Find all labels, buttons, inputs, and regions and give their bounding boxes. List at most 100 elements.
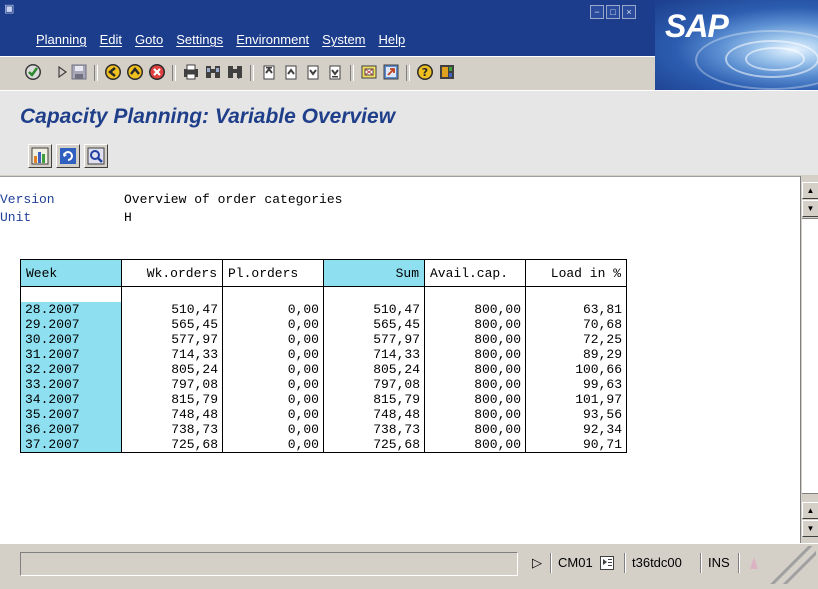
value-cell[interactable]: 805,24 [121, 362, 223, 377]
enter-icon[interactable] [24, 63, 42, 81]
value-cell[interactable]: 0,00 [222, 302, 324, 317]
week-cell[interactable]: 35.2007 [20, 407, 122, 422]
previous-page-icon[interactable] [282, 63, 300, 81]
value-cell[interactable]: 725,68 [121, 437, 223, 453]
value-cell[interactable]: 89,29 [525, 347, 627, 362]
value-cell[interactable]: 714,33 [323, 347, 425, 362]
vertical-scrollbar[interactable]: ▲ ▼ ▲ ▼ [800, 176, 818, 543]
column-header-wk-orders[interactable]: Wk.orders [121, 259, 223, 287]
week-cell[interactable]: 31.2007 [20, 347, 122, 362]
value-cell[interactable]: 63,81 [525, 302, 627, 317]
table-row[interactable]: 28.2007 510,47 0,00 510,47 800,00 63,81 [20, 302, 627, 317]
message-field[interactable] [20, 552, 518, 576]
maximize-icon[interactable]: □ [606, 5, 620, 19]
exit-icon[interactable] [126, 63, 144, 81]
column-header-load-percent[interactable]: Load in % [525, 259, 627, 287]
column-header-avail-cap[interactable]: Avail.cap. [424, 259, 526, 287]
find-next-icon[interactable] [226, 63, 244, 81]
value-cell[interactable]: 800,00 [424, 347, 526, 362]
value-cell[interactable]: 797,08 [121, 377, 223, 392]
next-page-icon[interactable] [304, 63, 322, 81]
value-cell[interactable]: 0,00 [222, 392, 324, 407]
value-cell[interactable]: 800,00 [424, 392, 526, 407]
value-cell[interactable]: 800,00 [424, 437, 526, 453]
value-cell[interactable]: 510,47 [323, 302, 425, 317]
layout-menu-icon[interactable] [438, 63, 456, 81]
table-row[interactable]: 35.2007 748,48 0,00 748,48 800,00 93,56 [20, 407, 627, 422]
value-cell[interactable]: 800,00 [424, 332, 526, 347]
week-cell[interactable]: 36.2007 [20, 422, 122, 437]
value-cell[interactable]: 738,73 [323, 422, 425, 437]
value-cell[interactable]: 805,24 [323, 362, 425, 377]
table-row[interactable]: 30.2007 577,97 0,00 577,97 800,00 72,25 [20, 332, 627, 347]
week-cell[interactable]: 37.2007 [20, 437, 122, 453]
value-cell[interactable]: 714,33 [121, 347, 223, 362]
menu-edit[interactable]: Edit [100, 32, 122, 52]
find-icon[interactable] [204, 63, 222, 81]
shortcut-icon[interactable] [382, 63, 400, 81]
week-cell[interactable]: 34.2007 [20, 392, 122, 407]
value-cell[interactable]: 0,00 [222, 377, 324, 392]
menu-help[interactable]: Help [379, 32, 406, 52]
column-header-sum[interactable]: Sum [323, 259, 425, 287]
table-row[interactable]: 36.2007 738,73 0,00 738,73 800,00 92,34 [20, 422, 627, 437]
value-cell[interactable]: 800,00 [424, 362, 526, 377]
value-cell[interactable]: 0,00 [222, 407, 324, 422]
value-cell[interactable]: 99,63 [525, 377, 627, 392]
scroll-up-icon[interactable]: ▲ [802, 502, 818, 519]
value-cell[interactable]: 565,45 [323, 317, 425, 332]
column-header-week[interactable]: Week [20, 259, 122, 287]
first-page-icon[interactable] [260, 63, 278, 81]
details-button[interactable] [84, 144, 108, 168]
help-icon[interactable]: ? [416, 63, 434, 81]
value-cell[interactable]: 92,34 [525, 422, 627, 437]
value-cell[interactable]: 800,00 [424, 407, 526, 422]
scroll-down-icon[interactable]: ▼ [802, 520, 818, 537]
value-cell[interactable]: 72,25 [525, 332, 627, 347]
expand-status-icon[interactable]: ▷ [532, 553, 542, 573]
value-cell[interactable]: 565,45 [121, 317, 223, 332]
minimize-icon[interactable]: − [590, 5, 604, 19]
table-row[interactable]: 34.2007 815,79 0,00 815,79 800,00 101,97 [20, 392, 627, 407]
scroll-down-icon[interactable]: ▼ [802, 200, 818, 217]
value-cell[interactable]: 93,56 [525, 407, 627, 422]
week-cell[interactable]: 33.2007 [20, 377, 122, 392]
close-icon[interactable]: × [622, 5, 636, 19]
value-cell[interactable]: 748,48 [323, 407, 425, 422]
table-row[interactable]: 31.2007 714,33 0,00 714,33 800,00 89,29 [20, 347, 627, 362]
refresh-button[interactable] [56, 144, 80, 168]
value-cell[interactable]: 0,00 [222, 317, 324, 332]
menu-system[interactable]: System [322, 32, 365, 52]
command-field-icon[interactable] [54, 63, 68, 81]
column-header-pl-orders[interactable]: Pl.orders [222, 259, 324, 287]
value-cell[interactable]: 0,00 [222, 332, 324, 347]
back-icon[interactable] [104, 63, 122, 81]
table-row[interactable]: 37.2007 725,68 0,00 725,68 800,00 90,71 [20, 437, 627, 453]
week-cell[interactable]: 32.2007 [20, 362, 122, 377]
value-cell[interactable]: 0,00 [222, 347, 324, 362]
value-cell[interactable]: 797,08 [323, 377, 425, 392]
week-cell[interactable]: 28.2007 [20, 302, 122, 317]
value-cell[interactable]: 815,79 [121, 392, 223, 407]
menu-goto[interactable]: Goto [135, 32, 163, 52]
value-cell[interactable]: 748,48 [121, 407, 223, 422]
menu-environment[interactable]: Environment [236, 32, 309, 52]
table-row[interactable]: 33.2007 797,08 0,00 797,08 800,00 99,63 [20, 377, 627, 392]
resize-grip-icon[interactable] [770, 546, 816, 584]
value-cell[interactable]: 101,97 [525, 392, 627, 407]
value-cell[interactable]: 0,00 [222, 362, 324, 377]
value-cell[interactable]: 738,73 [121, 422, 223, 437]
value-cell[interactable]: 510,47 [121, 302, 223, 317]
value-cell[interactable]: 0,00 [222, 422, 324, 437]
scroll-up-icon[interactable]: ▲ [802, 182, 818, 199]
value-cell[interactable]: 70,68 [525, 317, 627, 332]
week-cell[interactable]: 29.2007 [20, 317, 122, 332]
chart-button[interactable] [28, 144, 52, 168]
table-row[interactable]: 32.2007 805,24 0,00 805,24 800,00 100,66 [20, 362, 627, 377]
table-row[interactable]: 29.2007 565,45 0,00 565,45 800,00 70,68 [20, 317, 627, 332]
value-cell[interactable]: 800,00 [424, 377, 526, 392]
value-cell[interactable]: 800,00 [424, 317, 526, 332]
scrollbar-track[interactable] [802, 218, 818, 494]
week-cell[interactable]: 30.2007 [20, 332, 122, 347]
value-cell[interactable]: 800,00 [424, 422, 526, 437]
